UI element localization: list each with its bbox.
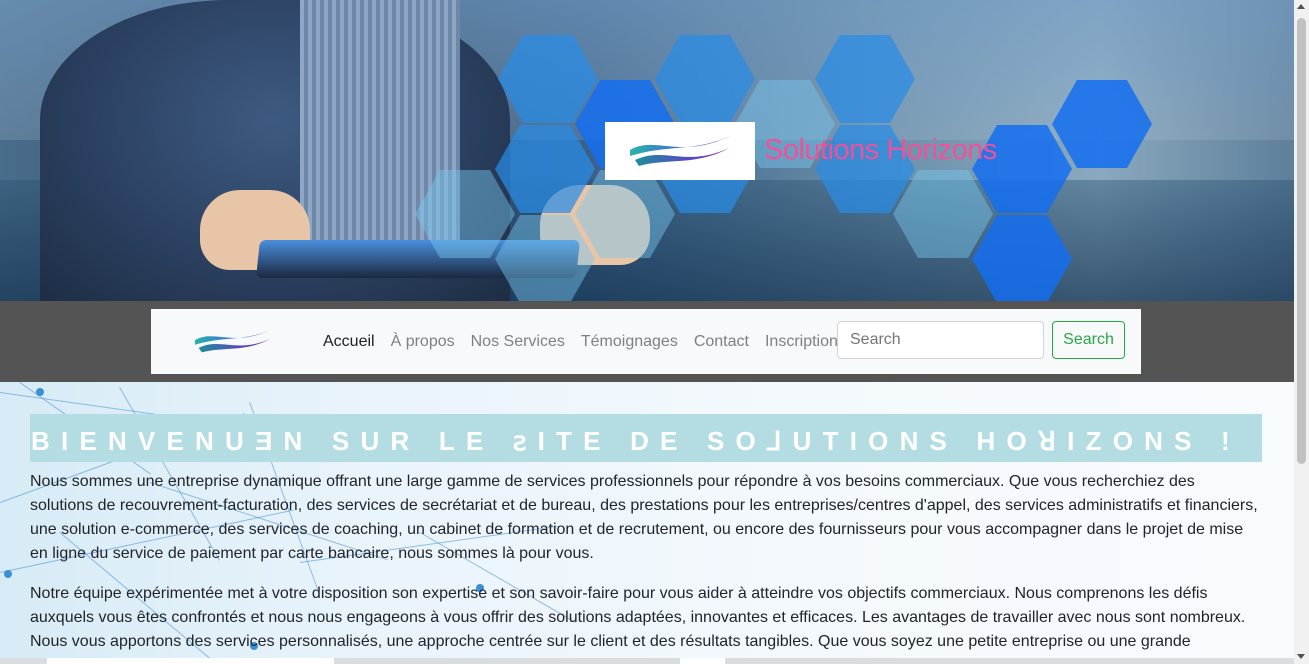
wave-logo-icon — [630, 136, 730, 166]
main-content: BIENVENUƎN SUR LE ꙅITE DE SO⅃UTIONS HOꓤI… — [0, 382, 1294, 664]
scrollbar-thumb[interactable] — [1297, 18, 1306, 464]
bottom-strip-segment — [680, 658, 725, 664]
intro-paragraph: Nous sommes une entreprise dynamique off… — [30, 473, 1258, 562]
hero-logo-box — [605, 122, 755, 180]
nav-links: Accueil À propos Nos Services Témoignage… — [323, 309, 854, 374]
wave-logo-icon — [194, 329, 272, 353]
welcome-heading: BIENVENUƎN SUR LE ꙅITE DE SO⅃UTIONS HOꓤI… — [30, 414, 1262, 462]
page-scrollbar[interactable] — [1294, 0, 1309, 664]
nav-link-temoignages[interactable]: Témoignages — [581, 333, 678, 351]
navbar: Accueil À propos Nos Services Témoignage… — [151, 309, 1141, 374]
team-paragraph: Notre équipe expérimentée met à votre di… — [30, 585, 1246, 650]
nav-link-a-propos[interactable]: À propos — [391, 333, 455, 351]
navbar-logo[interactable] — [183, 323, 283, 359]
hero-banner: Solutions Horizons — [0, 0, 1294, 301]
nav-link-inscription[interactable]: Inscription — [765, 333, 838, 351]
scroll-up-arrow-icon[interactable] — [1297, 4, 1305, 9]
site-title: Solutions Horizons — [764, 134, 997, 166]
bottom-strip — [0, 658, 1294, 664]
nav-link-accueil[interactable]: Accueil — [323, 333, 375, 351]
nav-link-contact[interactable]: Contact — [694, 333, 749, 351]
nav-link-nos-services[interactable]: Nos Services — [471, 333, 565, 351]
scroll-down-arrow-icon[interactable] — [1297, 654, 1305, 659]
search-button[interactable]: Search — [1052, 321, 1125, 359]
search-input[interactable] — [837, 321, 1044, 359]
bottom-strip-segment — [47, 658, 334, 664]
